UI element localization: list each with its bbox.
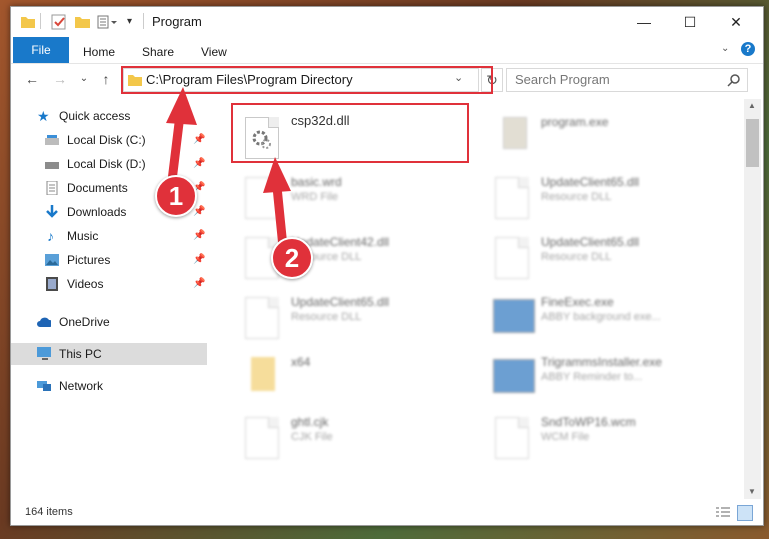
annotation-arrows (166, 87, 291, 252)
step-badge-2: 2 (271, 237, 313, 279)
step-badge-1: 1 (155, 175, 197, 217)
explorer-window: ▾ Program — ☐ ✕ File Home Share View ⌄ ?… (10, 6, 764, 526)
